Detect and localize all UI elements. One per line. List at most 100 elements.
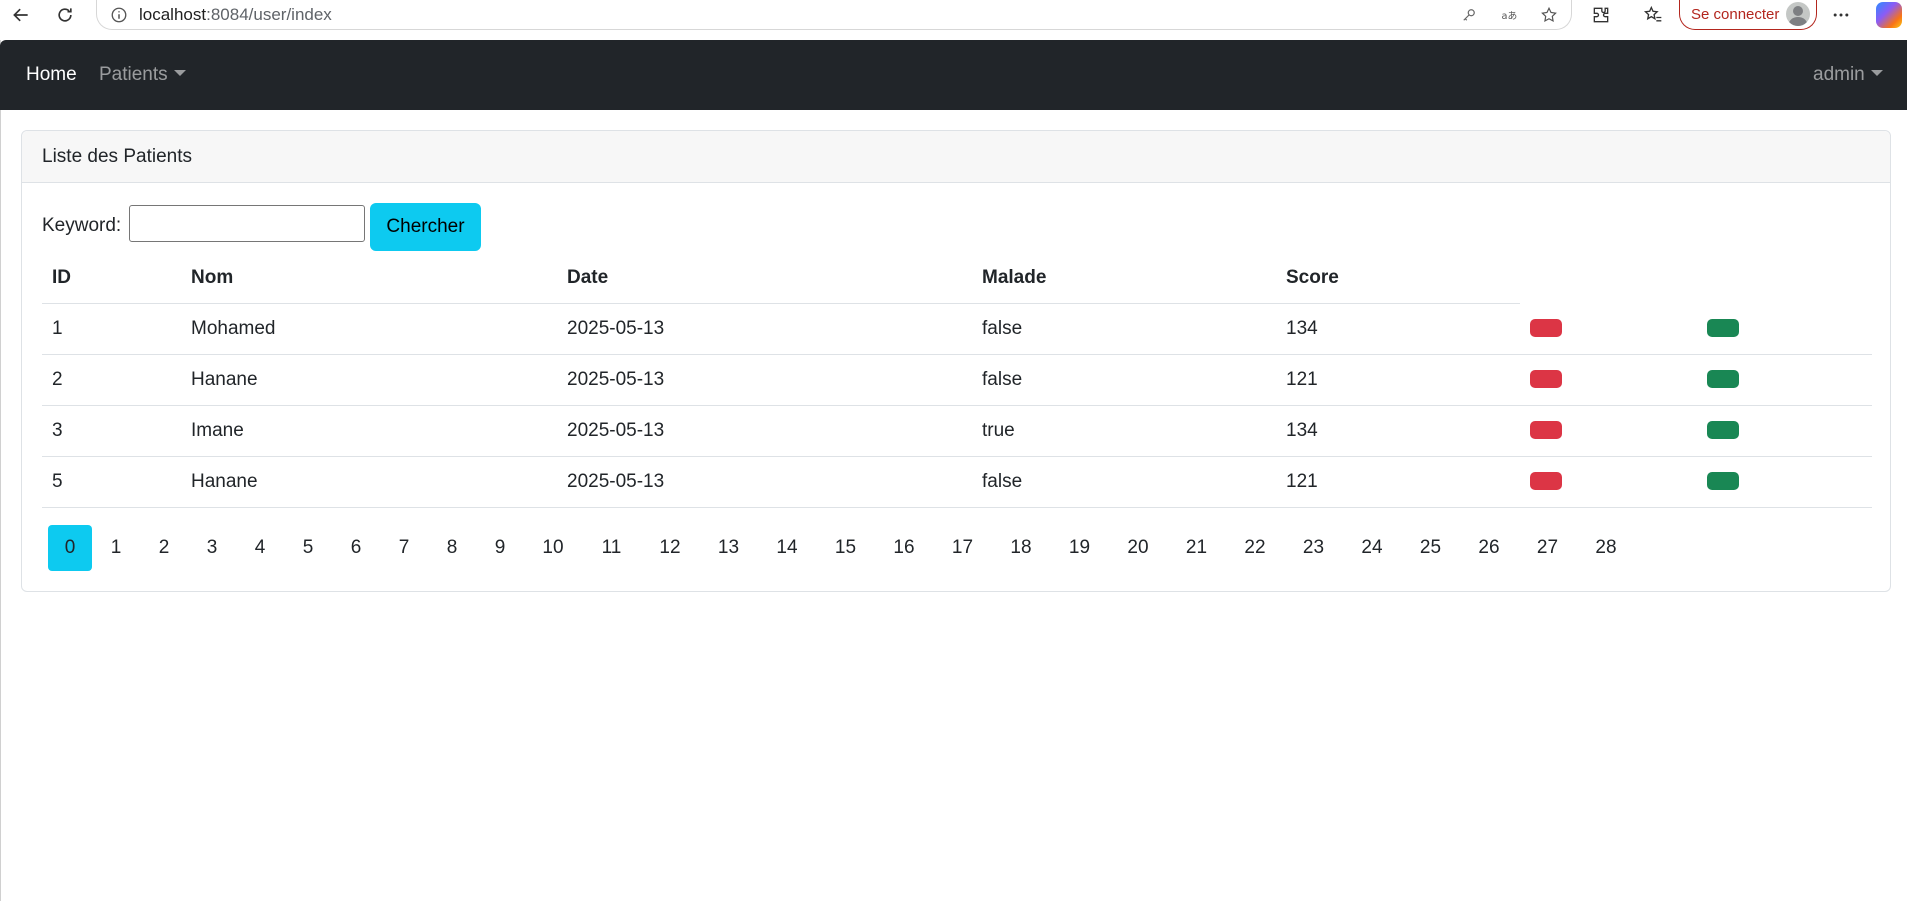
cell-id: 2: [42, 354, 181, 406]
copilot-icon[interactable]: [1876, 2, 1902, 28]
edit-button[interactable]: [1707, 319, 1739, 338]
delete-button[interactable]: [1530, 472, 1562, 491]
cell-score: 134: [1276, 303, 1520, 355]
translate-icon[interactable]: aあ: [1498, 4, 1520, 26]
cell-malade: false: [972, 354, 1276, 406]
page-link[interactable]: 8: [428, 525, 476, 571]
cell-date: 2025-05-13: [557, 456, 972, 508]
page-link[interactable]: 25: [1401, 525, 1460, 571]
page-link-active[interactable]: 0: [48, 525, 92, 571]
page-link[interactable]: 21: [1167, 525, 1226, 571]
page-link[interactable]: 27: [1518, 525, 1577, 571]
edit-button[interactable]: [1707, 472, 1739, 491]
page-link[interactable]: 17: [933, 525, 992, 571]
page-link[interactable]: 15: [816, 525, 875, 571]
keyword-input[interactable]: [129, 205, 365, 242]
caret-down-icon: [1870, 70, 1883, 76]
url-text[interactable]: localhost:8084/user/index: [139, 5, 332, 25]
site-info-icon[interactable]: [108, 4, 130, 26]
top-navbar: Home Patients admin: [0, 40, 1907, 110]
nav-patients-dropdown[interactable]: Patients: [99, 64, 186, 86]
browser-toolbar: localhost:8084/user/index aあ Se connecte…: [0, 0, 1907, 30]
cell-delete: [1520, 456, 1697, 508]
page-link[interactable]: 19: [1050, 525, 1109, 571]
cell-nom: Imane: [181, 405, 557, 457]
url-host: localhost: [139, 5, 207, 24]
cell-edit: [1697, 354, 1872, 406]
address-bar[interactable]: localhost:8084/user/index aあ: [96, 0, 1572, 30]
cell-id: 3: [42, 405, 181, 457]
table-row: 1 Mohamed 2025-05-13 false 134: [42, 303, 1872, 355]
nav-user-dropdown[interactable]: admin: [1813, 64, 1883, 86]
page-link[interactable]: 13: [699, 525, 758, 571]
page-link[interactable]: 20: [1109, 525, 1167, 571]
edit-button[interactable]: [1707, 421, 1739, 440]
extensions-icon[interactable]: [1589, 3, 1613, 27]
pagination: 0 1 2 3 4 5 6 7 8 9 10 11 12 13 14 15 16…: [48, 525, 1635, 571]
cell-edit: [1697, 405, 1872, 457]
back-arrow-icon[interactable]: [9, 3, 33, 27]
page-link[interactable]: 26: [1460, 525, 1518, 571]
page-link[interactable]: 22: [1226, 525, 1284, 571]
page-link[interactable]: 7: [380, 525, 428, 571]
column-header-malade: Malade: [972, 253, 1276, 304]
profile-avatar-icon: [1786, 2, 1810, 26]
table-row: 5 Hanane 2025-05-13 false 121: [42, 456, 1872, 508]
column-header-nom: Nom: [181, 253, 557, 304]
page-link[interactable]: 14: [758, 525, 816, 571]
cell-edit: [1697, 303, 1872, 355]
cell-malade: false: [972, 303, 1276, 355]
page-link[interactable]: 3: [188, 525, 236, 571]
window-edge: [0, 40, 1, 901]
cell-score: 134: [1276, 405, 1520, 457]
page-link[interactable]: 1: [92, 525, 140, 571]
cell-nom: Hanane: [181, 354, 557, 406]
caret-down-icon: [173, 70, 186, 76]
page-link[interactable]: 18: [992, 525, 1050, 571]
cell-date: 2025-05-13: [557, 405, 972, 457]
column-header-date: Date: [557, 253, 972, 304]
sign-in-button[interactable]: Se connecter: [1679, 0, 1817, 30]
table-header-row: ID Nom Date Malade Score: [42, 253, 1872, 304]
cell-score: 121: [1276, 354, 1520, 406]
column-header-delete: [1520, 253, 1697, 303]
page-link[interactable]: 12: [641, 525, 699, 571]
page-link[interactable]: 23: [1284, 525, 1343, 571]
card-title: Liste des Patients: [22, 131, 1890, 183]
page-link[interactable]: 2: [140, 525, 188, 571]
cell-id: 1: [42, 303, 181, 355]
reload-icon[interactable]: [53, 3, 77, 27]
cell-edit: [1697, 456, 1872, 508]
page-link[interactable]: 5: [284, 525, 332, 571]
patients-table: ID Nom Date Malade Score 1 Mohamed 2025-…: [42, 253, 1872, 508]
key-icon[interactable]: [1458, 4, 1480, 26]
page-link[interactable]: 11: [582, 525, 641, 571]
more-options-icon[interactable]: [1829, 3, 1853, 27]
favorite-star-icon[interactable]: [1538, 4, 1560, 26]
cell-score: 121: [1276, 456, 1520, 508]
search-button[interactable]: Chercher: [370, 203, 481, 251]
nav-home-link[interactable]: Home: [26, 64, 77, 86]
svg-text:aあ: aあ: [1502, 10, 1518, 22]
nav-patients-label: Patients: [99, 64, 168, 85]
page-link[interactable]: 16: [875, 525, 933, 571]
nav-user-label: admin: [1813, 64, 1865, 85]
page-link[interactable]: 6: [332, 525, 380, 571]
column-header-score: Score: [1276, 253, 1520, 304]
cell-date: 2025-05-13: [557, 354, 972, 406]
cell-malade: false: [972, 456, 1276, 508]
delete-button[interactable]: [1530, 421, 1562, 440]
column-header-edit: [1697, 253, 1872, 303]
page-link[interactable]: 28: [1577, 525, 1635, 571]
page-link[interactable]: 10: [524, 525, 582, 571]
page-link[interactable]: 9: [476, 525, 524, 571]
page-link[interactable]: 24: [1343, 525, 1401, 571]
edit-button[interactable]: [1707, 370, 1739, 389]
table-row: 2 Hanane 2025-05-13 false 121: [42, 354, 1872, 406]
cell-date: 2025-05-13: [557, 303, 972, 355]
cell-id: 5: [42, 456, 181, 508]
delete-button[interactable]: [1530, 370, 1562, 389]
delete-button[interactable]: [1530, 319, 1562, 338]
favorites-icon[interactable]: [1641, 3, 1665, 27]
page-link[interactable]: 4: [236, 525, 284, 571]
